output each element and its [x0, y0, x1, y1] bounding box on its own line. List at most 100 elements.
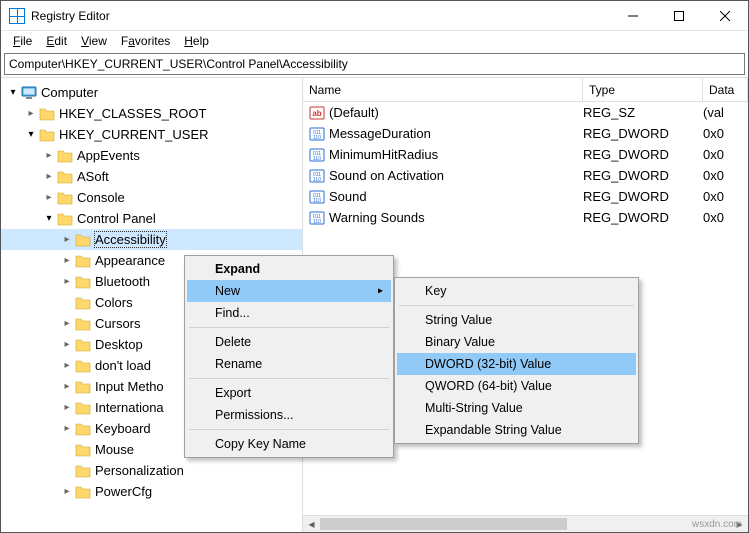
folder-icon: [75, 253, 91, 269]
tree-label: HKEY_CLASSES_ROOT: [59, 106, 206, 121]
chevron-down-icon[interactable]: ▾: [41, 213, 57, 224]
folder-icon: [75, 484, 91, 500]
tree-node[interactable]: ▸ASoft: [1, 166, 302, 187]
menu-item-new-binary[interactable]: Binary Value: [397, 331, 636, 353]
reg-binary-icon: [309, 210, 325, 226]
scroll-left-icon[interactable]: ◂: [303, 516, 320, 533]
menu-item-new-key[interactable]: Key: [397, 280, 636, 302]
reg-binary-icon: [309, 168, 325, 184]
tree-node-hkcr[interactable]: ▸ HKEY_CLASSES_ROOT: [1, 103, 302, 124]
menu-item-new[interactable]: New▸: [187, 280, 391, 302]
column-header: Name Type Data: [303, 78, 748, 102]
menu-item-copy-key-name[interactable]: Copy Key Name: [187, 433, 391, 455]
column-data[interactable]: Data: [703, 78, 748, 101]
watermark: wsxdn.com: [692, 519, 742, 530]
menu-item-new-string[interactable]: String Value: [397, 309, 636, 331]
tree-label: Keyboard: [95, 421, 151, 436]
chevron-right-icon[interactable]: ▸: [59, 318, 75, 329]
chevron-right-icon[interactable]: ▸: [59, 276, 75, 287]
value-row[interactable]: Warning SoundsREG_DWORD0x0: [303, 207, 748, 228]
folder-icon: [75, 337, 91, 353]
tree-label: AppEvents: [77, 148, 140, 163]
tree-label: PowerCfg: [95, 484, 152, 499]
scroll-track[interactable]: [320, 516, 731, 532]
folder-icon: [57, 190, 73, 206]
folder-icon: [75, 400, 91, 416]
value-row[interactable]: Sound on ActivationREG_DWORD0x0: [303, 165, 748, 186]
value-type: REG_DWORD: [583, 189, 703, 204]
menu-item-new-expandstring[interactable]: Expandable String Value: [397, 419, 636, 441]
chevron-right-icon[interactable]: ▸: [59, 339, 75, 350]
tree-label: Computer: [41, 85, 98, 100]
value-name: (Default): [329, 105, 583, 120]
tree-label: Mouse: [95, 442, 134, 457]
chevron-right-icon[interactable]: ▸: [41, 171, 57, 182]
chevron-down-icon[interactable]: ▾: [5, 87, 21, 98]
folder-icon: [75, 295, 91, 311]
value-name: Sound: [329, 189, 583, 204]
menu-item-new-qword[interactable]: QWORD (64-bit) Value: [397, 375, 636, 397]
chevron-right-icon[interactable]: ▸: [59, 234, 75, 245]
folder-icon: [75, 421, 91, 437]
menu-favorites[interactable]: Favorites: [115, 32, 176, 50]
column-name[interactable]: Name: [303, 78, 583, 101]
value-row[interactable]: SoundREG_DWORD0x0: [303, 186, 748, 207]
value-row[interactable]: (Default)REG_SZ(val: [303, 102, 748, 123]
chevron-right-icon[interactable]: ▸: [59, 486, 75, 497]
chevron-right-icon[interactable]: ▸: [41, 150, 57, 161]
folder-icon: [39, 106, 55, 122]
menu-separator: [189, 378, 389, 379]
menu-item-new-dword[interactable]: DWORD (32-bit) Value: [397, 353, 636, 375]
tree-label: Input Metho: [95, 379, 164, 394]
tree-label: Cursors: [95, 316, 141, 331]
tree-label: Desktop: [95, 337, 143, 352]
value-row[interactable]: MinimumHitRadiusREG_DWORD0x0: [303, 144, 748, 165]
menu-item-export[interactable]: Export: [187, 382, 391, 404]
value-name: Sound on Activation: [329, 168, 583, 183]
chevron-right-icon[interactable]: ▸: [23, 108, 39, 119]
tree-node[interactable]: ▸ AppEvents: [1, 145, 302, 166]
tree-node[interactable]: ▸Accessibility: [1, 229, 302, 250]
folder-icon: [75, 463, 91, 479]
tree-node[interactable]: Personalization: [1, 460, 302, 481]
reg-binary-icon: [309, 126, 325, 142]
tree-node-hkcu[interactable]: ▾ HKEY_CURRENT_USER: [1, 124, 302, 145]
chevron-right-icon[interactable]: ▸: [59, 255, 75, 266]
maximize-button[interactable]: [656, 1, 702, 31]
chevron-right-icon[interactable]: ▸: [59, 423, 75, 434]
close-button[interactable]: [702, 1, 748, 31]
address-bar[interactable]: Computer\HKEY_CURRENT_USER\Control Panel…: [4, 53, 745, 75]
folder-icon: [75, 316, 91, 332]
tree-node[interactable]: ▾Control Panel: [1, 208, 302, 229]
tree-node-computer[interactable]: ▾ Computer: [1, 82, 302, 103]
value-name: Warning Sounds: [329, 210, 583, 225]
menu-item-find[interactable]: Find...: [187, 302, 391, 324]
window-controls: [610, 1, 748, 31]
chevron-right-icon[interactable]: ▸: [59, 402, 75, 413]
menu-item-new-multistring[interactable]: Multi-String Value: [397, 397, 636, 419]
minimize-button[interactable]: [610, 1, 656, 31]
horizontal-scrollbar[interactable]: ◂ ▸: [303, 515, 748, 532]
menu-item-permissions[interactable]: Permissions...: [187, 404, 391, 426]
chevron-right-icon[interactable]: ▸: [59, 381, 75, 392]
chevron-down-icon[interactable]: ▾: [23, 129, 39, 140]
tree-node[interactable]: ▸ PowerCfg: [1, 481, 302, 502]
menu-item-expand[interactable]: Expand: [187, 258, 391, 280]
value-row[interactable]: MessageDurationREG_DWORD0x0: [303, 123, 748, 144]
menu-file[interactable]: File: [7, 32, 38, 50]
window-title: Registry Editor: [31, 9, 610, 23]
menu-separator: [399, 305, 634, 306]
menu-view[interactable]: View: [75, 32, 113, 50]
reg-binary-icon: [309, 147, 325, 163]
value-type: REG_DWORD: [583, 147, 703, 162]
tree-node[interactable]: ▸Console: [1, 187, 302, 208]
menu-help[interactable]: Help: [178, 32, 215, 50]
chevron-right-icon[interactable]: ▸: [59, 360, 75, 371]
column-type[interactable]: Type: [583, 78, 703, 101]
scroll-thumb[interactable]: [320, 518, 567, 530]
chevron-right-icon[interactable]: ▸: [41, 192, 57, 203]
menu-item-rename[interactable]: Rename: [187, 353, 391, 375]
menu-item-delete[interactable]: Delete: [187, 331, 391, 353]
value-data: 0x0: [703, 210, 748, 225]
menu-edit[interactable]: Edit: [40, 32, 73, 50]
